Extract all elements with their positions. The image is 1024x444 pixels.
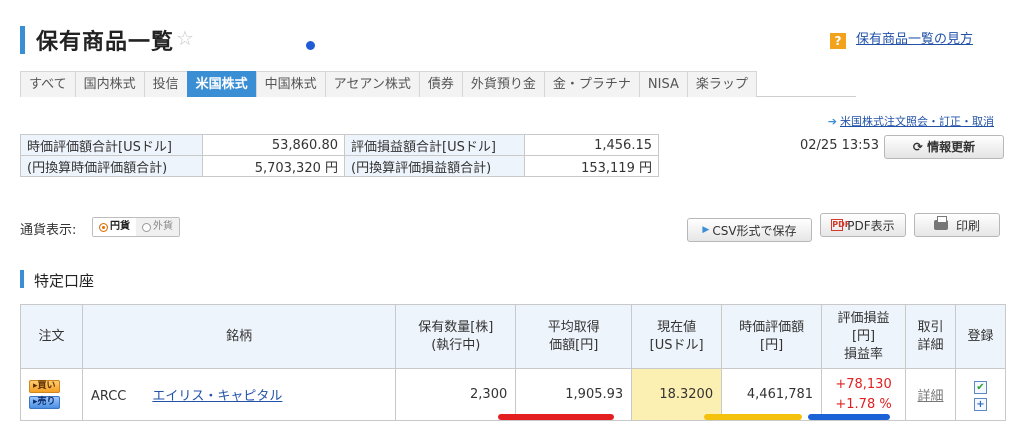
pdf-icon: PDF bbox=[831, 219, 851, 231]
name-cell: ARCC エイリス・キャピタル bbox=[81, 368, 397, 421]
quantity-cell: 2,300 bbox=[395, 368, 517, 421]
print-button-label: 印刷 bbox=[955, 218, 980, 233]
printer-icon bbox=[933, 216, 948, 230]
tab-all[interactable]: すべて bbox=[20, 71, 76, 97]
radio-selected-icon bbox=[99, 222, 108, 232]
summary-row: 時価評価額合計[USドル] 53,860.80 評価損益額合計[USドル] 1,… bbox=[20, 134, 659, 156]
blue-marker-underline bbox=[808, 414, 890, 420]
summary-table: 時価評価額合計[USドル] 53,860.80 評価損益額合計[USドル] 1,… bbox=[20, 134, 659, 177]
profit-loss-cell: +78,130 +1.78 % bbox=[821, 368, 907, 421]
update-timestamp: 02/25 13:53 bbox=[800, 138, 880, 153]
summary-value: 1,456.15 bbox=[524, 134, 659, 156]
currency-option-label: 外貨 bbox=[153, 221, 173, 232]
help-link[interactable]: ? 保有商品一覧の見方 bbox=[830, 28, 973, 49]
profit-loss-rate: +1.78 % bbox=[835, 396, 892, 412]
pdf-view-button[interactable]: PDF PDF表示 bbox=[820, 213, 906, 237]
buy-button[interactable]: ▸買い bbox=[29, 380, 60, 393]
tab-bonds[interactable]: 債券 bbox=[418, 71, 463, 97]
tab-asean-stocks[interactable]: アセアン株式 bbox=[324, 71, 420, 97]
csv-button-label: CSV形式で保存 bbox=[712, 223, 797, 238]
help-icon: ? bbox=[830, 33, 846, 49]
tab-nisa[interactable]: NISA bbox=[638, 71, 688, 97]
col-header-quantity: 保有数量[株] (執行中) bbox=[395, 304, 517, 369]
tab-gold-platinum[interactable]: 金・プラチナ bbox=[543, 71, 640, 97]
csv-save-button[interactable]: ▶ CSV形式で保存 bbox=[687, 218, 812, 242]
col-header-order: 注文 bbox=[20, 304, 83, 369]
section-title: 特定口座 bbox=[34, 272, 95, 290]
currency-option-label: 円貨 bbox=[110, 221, 130, 232]
red-marker-underline bbox=[498, 414, 614, 420]
order-cell: ▸買い ▸売り bbox=[20, 368, 83, 421]
summary-label: (円換算時価評価額合計) bbox=[20, 155, 203, 177]
holdings-table: 注文 銘柄 保有数量[株] (執行中) 平均取得 価額[円] 現在値 [USドル] 時… bbox=[20, 304, 1007, 421]
cursor-dot-marker bbox=[306, 41, 315, 50]
tab-foreign-deposits[interactable]: 外貨預り金 bbox=[461, 71, 545, 97]
refresh-button[interactable]: ⟳ 情報更新 bbox=[884, 135, 1004, 159]
page-title: 保有商品一覧 bbox=[36, 30, 175, 55]
security-name-link[interactable]: エイリス・キャピタル bbox=[152, 389, 282, 404]
sell-button[interactable]: ▸売り bbox=[29, 396, 60, 409]
favorite-star-icon[interactable]: ☆ bbox=[176, 26, 194, 50]
col-header-profit-loss: 評価損益 [円] 損益率 bbox=[821, 304, 907, 369]
ticker-symbol: ARCC bbox=[90, 389, 127, 404]
col-header-detail: 取引 詳細 bbox=[905, 304, 956, 369]
title-accent-bar bbox=[20, 26, 25, 54]
tab-us-stocks[interactable]: 米国株式 bbox=[186, 71, 257, 97]
col-header-avg-cost: 平均取得 価額[円] bbox=[515, 304, 633, 369]
refresh-button-label: 情報更新 bbox=[927, 140, 976, 154]
summary-row: (円換算時価評価額合計) 5,703,320 円 (円換算評価損益額合計) 15… bbox=[20, 155, 659, 177]
market-value-cell: 4,461,781 bbox=[721, 368, 823, 421]
pdf-button-label: PDF表示 bbox=[847, 218, 895, 233]
summary-label: (円換算評価損益額合計) bbox=[344, 155, 525, 177]
triangle-right-icon: ▶ bbox=[702, 225, 710, 235]
tab-mutual-funds[interactable]: 投信 bbox=[143, 71, 188, 97]
currency-option-jpy[interactable]: 円貨 bbox=[93, 218, 136, 236]
summary-value: 53,860.80 bbox=[202, 134, 345, 156]
category-tabs: すべて 国内株式 投信 米国株式 中国株式 アセアン株式 債券 外貨預り金 金・… bbox=[20, 71, 856, 97]
currency-display-label: 通貨表示: bbox=[20, 223, 77, 238]
arrow-right-icon: ➔ bbox=[827, 115, 837, 128]
avg-cost-cell: 1,905.93 bbox=[515, 368, 633, 421]
refresh-icon: ⟳ bbox=[912, 140, 923, 154]
yellow-marker-underline bbox=[704, 414, 802, 420]
currency-option-foreign[interactable]: 外貨 bbox=[136, 218, 179, 236]
summary-label: 時価評価額合計[USドル] bbox=[20, 134, 203, 156]
col-header-market-value: 時価評価額 [円] bbox=[721, 304, 823, 369]
register-cell: ✔ + bbox=[954, 368, 1007, 421]
tab-china-stocks[interactable]: 中国株式 bbox=[255, 71, 326, 97]
profit-loss-amount: +78,130 bbox=[835, 376, 892, 392]
help-link-label[interactable]: 保有商品一覧の見方 bbox=[856, 32, 973, 47]
summary-value: 153,119 円 bbox=[524, 155, 659, 177]
col-header-register: 登録 bbox=[954, 304, 1007, 369]
current-price-cell: 18.3200 bbox=[631, 368, 723, 421]
summary-value: 5,703,320 円 bbox=[202, 155, 345, 177]
col-header-current-price: 現在値 [USドル] bbox=[631, 304, 723, 369]
check-icon[interactable]: ✔ bbox=[973, 380, 987, 394]
detail-cell: 詳細 bbox=[905, 368, 956, 421]
order-inquiry-link-label[interactable]: 米国株式注文照会・訂正・取消 bbox=[840, 115, 994, 128]
table-row: ▸買い ▸売り ARCC エイリス・キャピタル 2,300 1,905.93 18… bbox=[20, 368, 1007, 421]
radio-empty-icon bbox=[142, 222, 151, 232]
col-header-name: 銘柄 bbox=[81, 304, 397, 369]
currency-toggle: 円貨 外貨 bbox=[92, 217, 180, 237]
order-inquiry-link[interactable]: ➔ 米国株式注文照会・訂正・取消 bbox=[828, 113, 994, 129]
detail-link[interactable]: 詳細 bbox=[918, 389, 944, 404]
holdings-header-row: 注文 銘柄 保有数量[株] (執行中) 平均取得 価額[円] 現在値 [USドル] 時… bbox=[20, 304, 1007, 369]
print-button[interactable]: 印刷 bbox=[914, 213, 1000, 237]
section-accent-bar bbox=[20, 270, 24, 288]
plus-icon[interactable]: + bbox=[973, 397, 987, 411]
tab-rakuwrap[interactable]: 楽ラップ bbox=[686, 71, 757, 97]
tab-domestic-stocks[interactable]: 国内株式 bbox=[74, 71, 145, 97]
summary-label: 評価損益額合計[USドル] bbox=[344, 134, 525, 156]
